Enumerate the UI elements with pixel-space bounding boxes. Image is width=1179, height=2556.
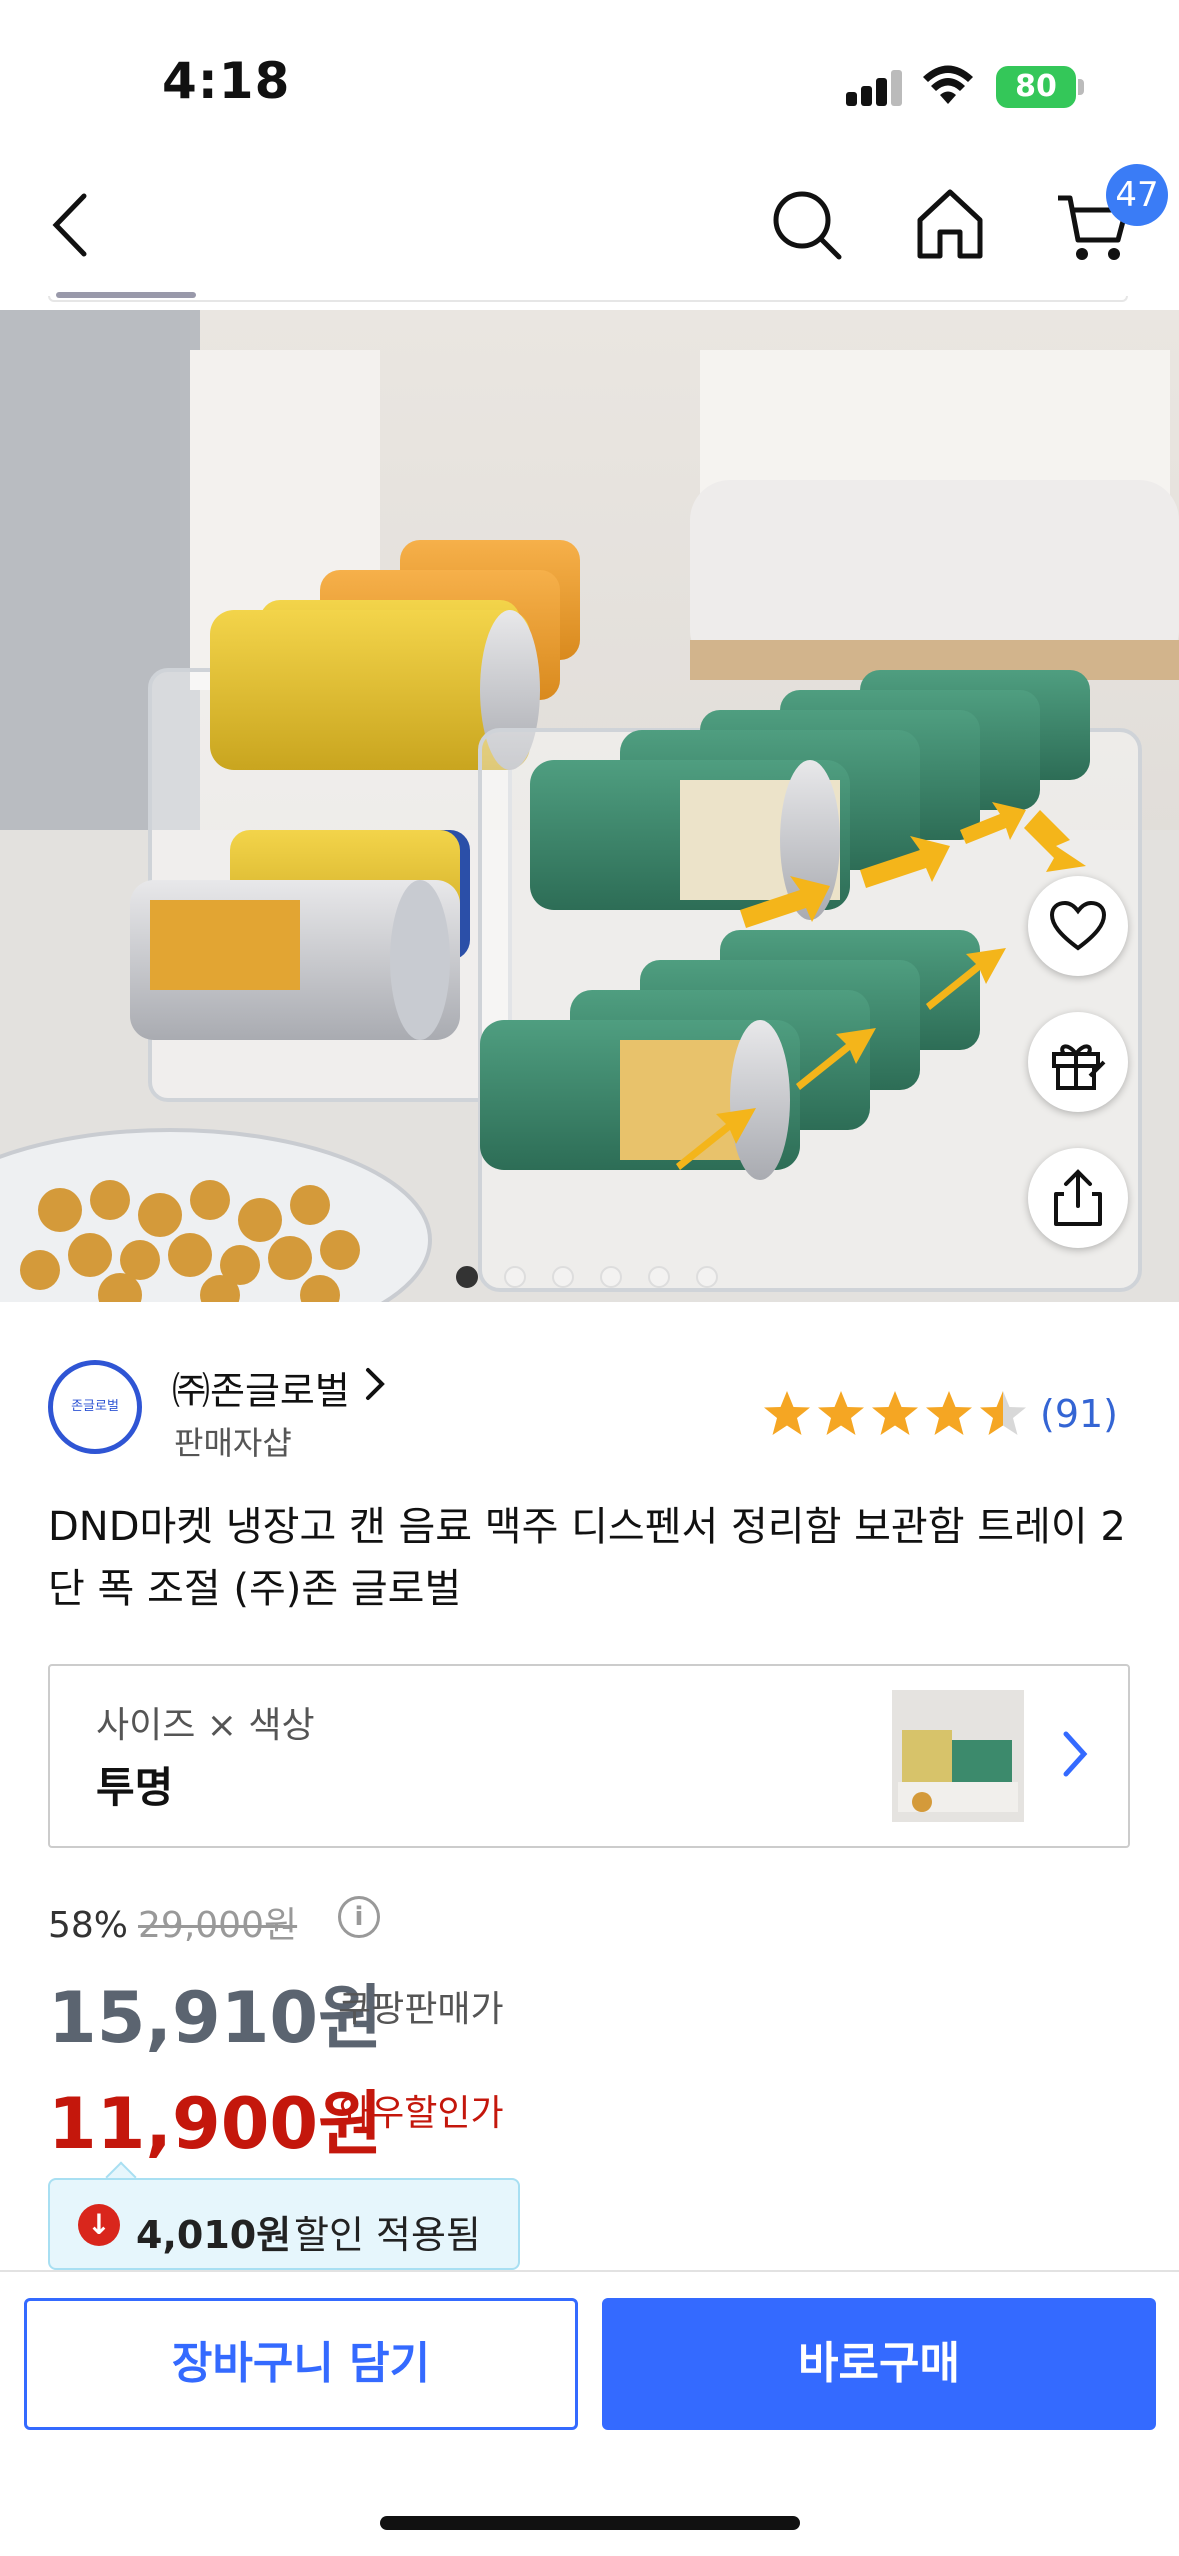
star-icon — [764, 1391, 810, 1435]
info-icon[interactable]: i — [338, 1896, 380, 1938]
product-title: DND마켓 냉장고 캔 음료 맥주 디스펜서 정리함 보관함 트레이 2단 폭 … — [48, 1504, 1126, 1612]
star-icon — [872, 1391, 918, 1435]
gift-icon — [1052, 1044, 1106, 1090]
wow-price: 11,900원 — [48, 2083, 383, 2165]
chevron-right-icon — [1063, 1731, 1088, 1777]
status-time: 4:18 — [162, 52, 291, 110]
product-image[interactable] — [0, 310, 1179, 1302]
seller-name[interactable]: ㈜존글로벌 — [172, 1360, 350, 1415]
coupang-price: 15,910원 — [48, 1977, 383, 2059]
share-icon — [1054, 1169, 1102, 1226]
pagination-dot[interactable] — [456, 1266, 478, 1288]
down-arrow-icon: ↓ — [78, 2204, 120, 2246]
coupang-price-label: 쿠팡판매가 — [338, 1989, 504, 2030]
seller-shop-label[interactable]: 판매자샵 — [174, 1418, 292, 1464]
star-icon — [818, 1391, 864, 1435]
battery-cap — [1078, 79, 1084, 95]
home-indicator — [380, 2516, 800, 2530]
option-value: 투명 — [96, 1763, 174, 1812]
coupon-text: 할인 적용됨 — [294, 2213, 481, 2257]
discount-row: 58% 29,000원 — [48, 1896, 297, 1948]
share-button[interactable] — [1028, 1148, 1128, 1248]
battery-indicator: 80 — [996, 66, 1076, 108]
product-photo-illustration — [0, 310, 1179, 1302]
seller-logo[interactable]: 존글로벌 — [48, 1360, 142, 1454]
wishlist-button[interactable] — [1028, 876, 1128, 976]
cellular-signal-icon — [846, 70, 902, 106]
home-icon[interactable] — [914, 186, 986, 262]
gift-button[interactable] — [1028, 1012, 1128, 1112]
thumbnail-peek — [56, 292, 196, 298]
coupon-amount: 4,010원 — [136, 2213, 292, 2257]
wow-price-label: 와우할인가 — [338, 2093, 504, 2134]
pagination-dot[interactable] — [648, 1266, 670, 1288]
add-to-cart-button[interactable]: 장바구니 담기 — [24, 2298, 578, 2430]
original-price: 29,000원 — [138, 1905, 298, 1946]
star-icon — [926, 1391, 972, 1435]
wifi-icon — [923, 65, 973, 104]
half-star-icon — [980, 1391, 1026, 1435]
option-selector[interactable]: 사이즈 × 색상 투명 — [48, 1664, 1130, 1848]
pagination-dot[interactable] — [552, 1266, 574, 1288]
nav-divider — [48, 296, 1128, 302]
cart-count-badge: 47 — [1106, 164, 1168, 226]
status-bar: 4:18 80 — [0, 0, 1179, 160]
option-label: 사이즈 × 색상 — [96, 1705, 315, 1746]
review-count-link[interactable]: (91) — [1040, 1392, 1118, 1436]
rating-stars — [764, 1391, 1026, 1435]
search-icon[interactable] — [770, 188, 844, 262]
pagination-dot[interactable] — [600, 1266, 622, 1288]
chevron-right-icon[interactable] — [362, 1364, 388, 1404]
buy-now-button[interactable]: 바로구매 — [602, 2298, 1156, 2430]
top-navigation — [0, 160, 1179, 310]
option-thumbnail — [892, 1690, 1024, 1822]
heart-icon — [1049, 900, 1107, 951]
pagination-dot[interactable] — [696, 1266, 718, 1288]
coupon-applied-banner: ↓ 4,010원 할인 적용됨 — [48, 2178, 520, 2270]
discount-rate: 58% — [48, 1905, 129, 1946]
pagination-dot[interactable] — [504, 1266, 526, 1288]
chevron-left-icon[interactable] — [46, 190, 96, 260]
